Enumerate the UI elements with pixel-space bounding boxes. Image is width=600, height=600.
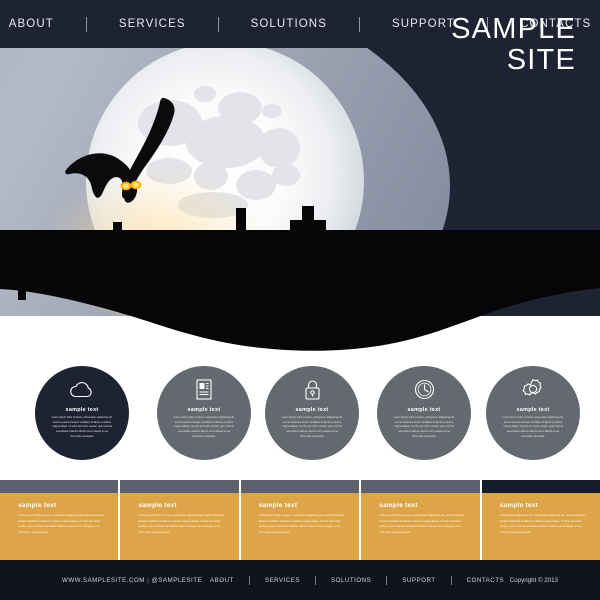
- panel-body: sample text Lorem ipsum dolor sit amet, …: [361, 493, 479, 535]
- panel-top-bar: [240, 480, 360, 493]
- footer-website[interactable]: WWW.SAMPLESITE.COM: [62, 577, 145, 584]
- content-panels-row: sample text Lorem ipsum dolor sit amet, …: [0, 480, 600, 560]
- hero-banner: [0, 48, 600, 316]
- footer-link-services[interactable]: SERVICES: [265, 577, 300, 584]
- lock-icon: [304, 378, 321, 400]
- footer-contact-info: WWW.SAMPLESITE.COM | @SAMPLESITE: [62, 577, 202, 584]
- footer-pipe: |: [147, 576, 150, 584]
- feature-circle-title: sample text: [516, 407, 550, 413]
- feature-circle-body: Lorem ipsum dolor sit amet, consectetur …: [51, 416, 113, 438]
- nav-divider: [358, 16, 360, 32]
- nav-item-solutions[interactable]: SOLUTIONS: [245, 18, 333, 30]
- panel-text: Lorem ipsum dolor sit amet, consectetur …: [138, 514, 224, 534]
- panel-top-bar: [481, 480, 600, 493]
- panel-title: sample text: [18, 502, 57, 509]
- feature-circle-title: sample text: [65, 407, 99, 413]
- feature-circle-body: Lorem ipsum dolor sit amet, consectetur …: [281, 416, 343, 438]
- feature-circle-title: sample text: [187, 407, 221, 413]
- footer-divider: [386, 575, 388, 585]
- feature-circle-body: Lorem ipsum dolor sit amet, consectetur …: [393, 416, 455, 438]
- feature-circle-clock[interactable]: sample text Lorem ipsum dolor sit amet, …: [377, 366, 471, 460]
- footer-link-contacts[interactable]: CONTACTS: [467, 577, 505, 584]
- panel-title: sample text: [499, 502, 539, 509]
- feature-circle-body: Lorem ipsum dolor sit amet, consectetur …: [502, 416, 564, 438]
- copyright-text: Copyright © 2013: [509, 576, 558, 584]
- hero-title: SAMPLE SITE: [451, 13, 576, 77]
- footer-divider: [315, 575, 317, 585]
- panel-top-bar: [120, 480, 239, 493]
- hero-title-line-2: SITE: [506, 44, 576, 77]
- panel-text: Lorem ipsum dolor sit amet, consectetur …: [18, 514, 104, 534]
- footer-divider: [450, 575, 452, 585]
- nav-divider: [85, 16, 87, 32]
- hero-title-line-1: SAMPLE: [451, 13, 576, 45]
- panel-title: sample text: [379, 502, 418, 509]
- panel-title: sample text: [258, 502, 298, 509]
- feature-circles-row: sample text Lorem ipsum dolor sit amet, …: [0, 366, 600, 460]
- cloud-icon: [69, 378, 95, 400]
- panel-top-bar: [361, 480, 480, 493]
- nav-item-about[interactable]: ABOUT: [3, 18, 60, 30]
- feature-circle-gear[interactable]: sample text Lorem ipsum dolor sit amet, …: [486, 366, 580, 460]
- feature-circle-document[interactable]: sample text Lorem ipsum dolor sit amet, …: [157, 366, 251, 460]
- content-panel[interactable]: sample text Lorem ipsum dolor sit amet, …: [481, 480, 600, 560]
- feature-circle-title: sample text: [295, 407, 329, 413]
- nav-item-support[interactable]: SUPPORT: [386, 18, 461, 30]
- panel-title: sample text: [138, 502, 177, 509]
- footer-link-support[interactable]: SUPPORT: [402, 577, 435, 584]
- footer-bar: WWW.SAMPLESITE.COM | @SAMPLESITE ABOUT S…: [0, 560, 600, 600]
- footer-social-handle[interactable]: @SAMPLESITE: [152, 577, 203, 584]
- content-panel[interactable]: sample text Lorem ipsum dolor sit amet, …: [120, 480, 239, 560]
- nav-divider: [217, 16, 219, 32]
- content-panel[interactable]: sample text Lorem ipsum dolor sit amet, …: [361, 480, 480, 560]
- footer-link-about[interactable]: ABOUT: [210, 577, 234, 584]
- panel-body: sample text Lorem ipsum dolor sit amet, …: [241, 493, 359, 535]
- flying-bat-icon: [65, 97, 175, 203]
- content-panel[interactable]: sample text Lorem ipsum dolor sit amet, …: [0, 480, 119, 560]
- footer-navigation: ABOUT SERVICES SOLUTIONS SUPPORT CONTACT…: [210, 575, 505, 585]
- document-icon: [196, 378, 212, 400]
- panel-body: sample text Lorem ipsum dolor sit amet, …: [0, 493, 118, 535]
- feature-circle-lock[interactable]: sample text Lorem ipsum dolor sit amet, …: [265, 366, 359, 460]
- panel-text: Lorem ipsum dolor sit amet, consectetur …: [258, 514, 344, 534]
- gear-icon: [522, 378, 544, 400]
- feature-circle-cloud[interactable]: sample text Lorem ipsum dolor sit amet, …: [35, 366, 129, 460]
- panel-text: Lorem ipsum dolor sit amet, consectetur …: [499, 514, 585, 534]
- panel-text: Lorem ipsum dolor sit amet, consectetur …: [379, 514, 465, 534]
- feature-circle-title: sample text: [407, 407, 441, 413]
- footer-link-solutions[interactable]: SOLUTIONS: [331, 577, 371, 584]
- footer-divider: [248, 575, 250, 585]
- clock-icon: [414, 378, 435, 400]
- panel-top-bar: [0, 480, 119, 493]
- feature-circle-body: Lorem ipsum dolor sit amet, consectetur …: [173, 416, 235, 438]
- panel-body: sample text Lorem ipsum dolor sit amet, …: [482, 493, 600, 535]
- panel-body: sample text Lorem ipsum dolor sit amet, …: [120, 493, 238, 535]
- content-panel[interactable]: sample text Lorem ipsum dolor sit amet, …: [240, 480, 360, 560]
- graveyard-silhouette: [10, 206, 514, 303]
- nav-item-services[interactable]: SERVICES: [113, 18, 192, 30]
